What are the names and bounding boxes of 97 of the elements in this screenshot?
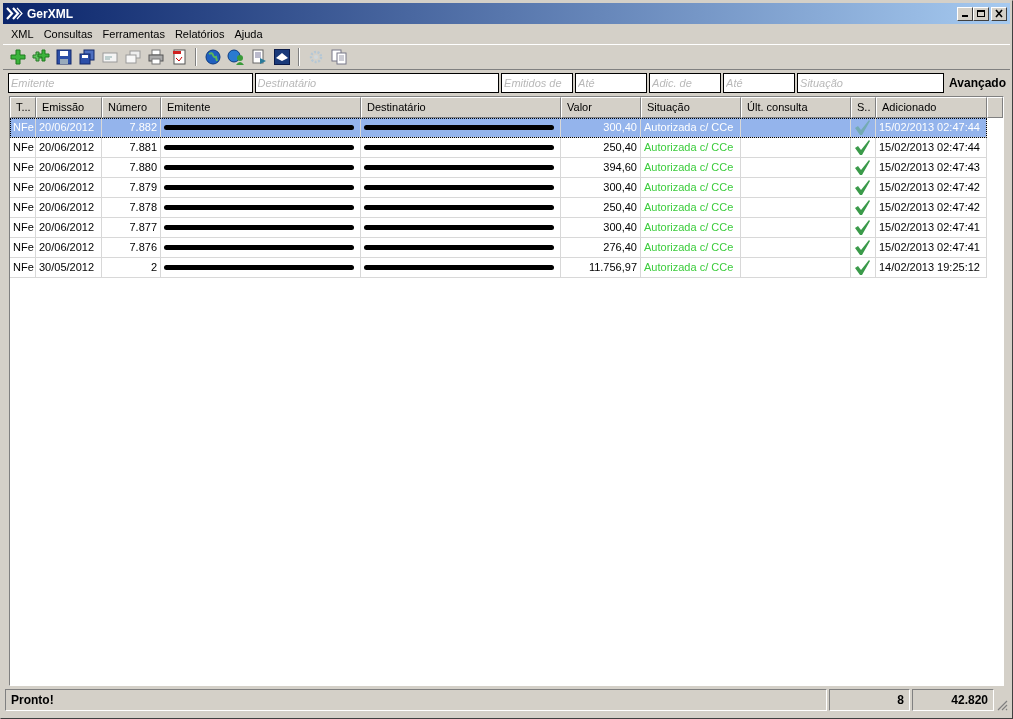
column-header[interactable]: Destinatário	[361, 97, 561, 118]
minimize-button[interactable]	[957, 6, 973, 21]
window-title: GerXML	[27, 6, 74, 21]
menu-item[interactable]: Ajuda	[229, 28, 268, 40]
close-icon	[994, 9, 1004, 18]
table-cell-text: Autorizada c/ CCe	[644, 220, 735, 235]
menu-item[interactable]: Ferramentas	[97, 28, 170, 40]
filter-field[interactable]: Adic. de	[649, 73, 722, 93]
table-cell-text: NFe	[13, 180, 34, 195]
resize-grip-icon[interactable]	[996, 699, 1008, 711]
table-cell-text: NFe	[13, 220, 34, 235]
table-cell-text: 7.880	[128, 160, 157, 175]
close-button[interactable]	[991, 6, 1007, 21]
status-message: Pronto!	[5, 689, 827, 711]
filter-field[interactable]: Destinatário	[254, 73, 500, 93]
table-row[interactable]: NFe 20/06/2012 7.878 250,40 Autorizada c/ CCe 15/02/2013 02:47:42	[10, 198, 987, 218]
table-cell-text: 20/06/2012	[39, 160, 96, 175]
maximize-icon	[976, 9, 986, 18]
table-cell-text: NFe	[13, 240, 34, 255]
menu-item[interactable]: Relatórios	[169, 28, 230, 40]
table-cell-text: 394,60	[602, 160, 637, 175]
table-cell-text: Autorizada c/ CCe	[644, 180, 735, 195]
maximize-button[interactable]	[973, 6, 989, 21]
column-header[interactable]: Adicionado	[876, 97, 987, 118]
table-cell-text: 7.876	[128, 240, 157, 255]
table-cell-text: 14/02/2013 19:25:12	[879, 260, 981, 275]
table-row[interactable]: NFe 20/06/2012 7.881 250,40 Autorizada c/ CCe 15/02/2013 02:47:44	[10, 138, 987, 158]
table-row[interactable]: NFe 20/06/2012 7.880 394,60 Autorizada c/ CCe 15/02/2013 02:47:43	[10, 158, 987, 178]
globe-person-icon[interactable]	[226, 47, 246, 67]
column-header[interactable]: Emissão	[36, 97, 102, 118]
table-row[interactable]: NFe 20/06/2012 7.877 300,40 Autorizada c/ CCe 15/02/2013 02:47:41	[10, 218, 987, 238]
table-cell-text: 20/06/2012	[39, 180, 96, 195]
table-cell-text: 7.878	[128, 200, 157, 215]
column-header[interactable]: Número	[102, 97, 161, 118]
table-cell-text: Autorizada c/ CCe	[644, 260, 735, 275]
table-cell-text: NFe	[13, 260, 34, 275]
menu-item[interactable]: XML	[6, 28, 39, 40]
table-cell-text: 300,40	[602, 180, 637, 195]
total-value: 42.820	[912, 689, 994, 711]
save-icon[interactable]	[54, 47, 74, 67]
table-cell-text: 250,40	[602, 140, 637, 155]
table-row[interactable]: NFe 20/06/2012 7.879 300,40 Autorizada c/ CCe 15/02/2013 02:47:42	[10, 178, 987, 198]
table-cell-text: NFe	[13, 200, 34, 215]
table-cell-text: 15/02/2013 02:47:42	[879, 200, 981, 215]
table-row[interactable]: NFe 20/06/2012 7.876 276,40 Autorizada c/ CCe 15/02/2013 02:47:41	[10, 238, 987, 258]
column-header[interactable]: Valor	[561, 97, 641, 118]
table-cell-text: 20/06/2012	[39, 240, 96, 255]
table-cell-text: Autorizada c/ CCe	[644, 140, 735, 155]
menu-item[interactable]: Consultas	[38, 28, 98, 40]
table-cell-text: 20/06/2012	[39, 120, 96, 135]
table-cell-text: 15/02/2013 02:47:42	[879, 180, 981, 195]
print-icon[interactable]	[146, 47, 166, 67]
table-cell-text: 250,40	[602, 200, 637, 215]
table-cell-text: Autorizada c/ CCe	[644, 160, 735, 175]
app-logo-icon	[6, 7, 23, 20]
table-cell-text: 300,40	[602, 220, 637, 235]
table-cell-text: 7.882	[128, 120, 157, 135]
emblem-icon[interactable]	[272, 47, 292, 67]
column-header[interactable]: Emitente	[161, 97, 361, 118]
table-cell-text: 15/02/2013 02:47:41	[879, 220, 981, 235]
advanced-link[interactable]: Avançado	[949, 76, 1006, 90]
table-cell-text: Autorizada c/ CCe	[644, 120, 735, 135]
column-header[interactable]: Últ. consulta	[741, 97, 851, 118]
table-cell-text: 20/06/2012	[39, 200, 96, 215]
copy-icon[interactable]	[329, 47, 349, 67]
table-cell-text: 15/02/2013 02:47:43	[879, 160, 981, 175]
table-cell-text: 30/05/2012	[39, 260, 96, 275]
table-cell-text: 15/02/2013 02:47:44	[879, 140, 981, 155]
table-cell-text: NFe	[13, 120, 34, 135]
table-cell-text: NFe	[13, 140, 34, 155]
plus-icon[interactable]	[8, 47, 28, 67]
table-cell-text: NFe	[13, 160, 34, 175]
table-cell-text: 300,40	[602, 120, 637, 135]
filter-field[interactable]: Emitidos de	[501, 73, 574, 93]
record-count: 8	[829, 689, 910, 711]
table-cell-text: 7.881	[128, 140, 157, 155]
column-header[interactable]: S..	[851, 97, 876, 118]
table-cell-text: 20/06/2012	[39, 220, 96, 235]
table-cell-text: 7.877	[128, 220, 157, 235]
filter-field[interactable]: Até	[723, 73, 796, 93]
globe-icon[interactable]	[203, 47, 223, 67]
table-cell-text: 15/02/2013 02:47:41	[879, 240, 981, 255]
column-header[interactable]: T...	[10, 97, 36, 118]
table-cell-text: 7.879	[128, 180, 157, 195]
filter-field[interactable]: Até	[575, 73, 648, 93]
stacked-floppy-icon[interactable]	[77, 47, 97, 67]
table-cell-text: Autorizada c/ CCe	[644, 200, 735, 215]
table-cell-text: 2	[149, 260, 157, 275]
table-cell-text: Autorizada c/ CCe	[644, 240, 735, 255]
table-cell-text: 15/02/2013 02:47:44	[879, 120, 981, 135]
column-header[interactable]: Situação	[641, 97, 741, 118]
table-cell-text: 11.756,97	[587, 260, 637, 275]
filter-field[interactable]: Situação	[797, 73, 945, 93]
table-row[interactable]: NFe 30/05/2012 2 11.756,97 Autorizada c/ CCe 14/02/2013 19:25:12	[10, 258, 987, 278]
filter-field[interactable]: Emitente	[8, 73, 253, 93]
table-cell-text: 276,40	[602, 240, 637, 255]
table-cell-text: 20/06/2012	[39, 140, 96, 155]
